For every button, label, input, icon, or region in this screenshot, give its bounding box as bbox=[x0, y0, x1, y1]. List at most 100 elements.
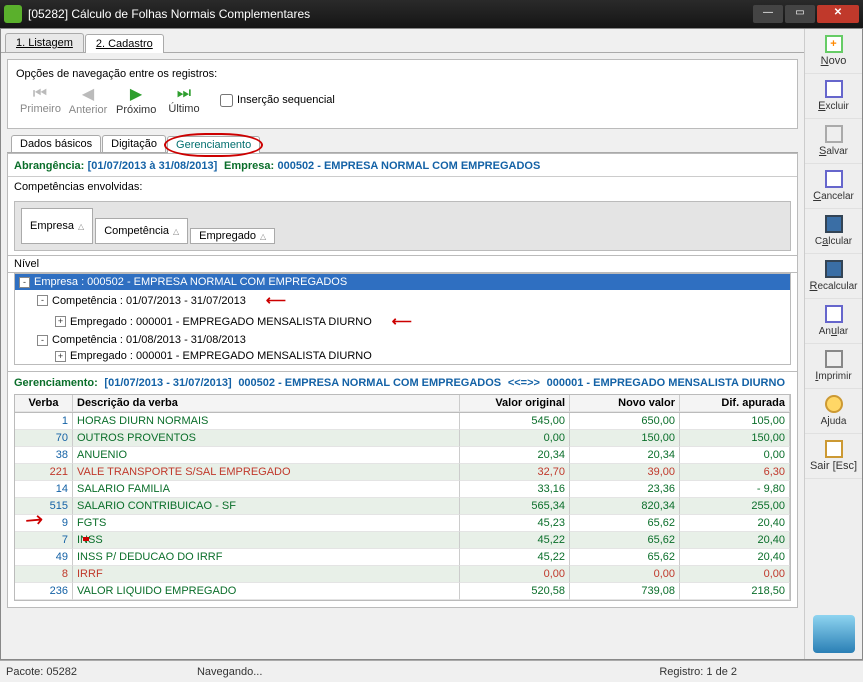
tree-emp1[interactable]: +Empregado : 000001 - EMPREGADO MENSALIS… bbox=[15, 311, 790, 332]
cell-desc: FGTS bbox=[73, 515, 460, 532]
cell-v3: 20,40 bbox=[680, 515, 790, 532]
nav-proximo[interactable]: ▶Próximo bbox=[112, 80, 160, 120]
title-bar: [05282] Cálculo de Folhas Normais Comple… bbox=[0, 0, 863, 28]
cell-v3: 0,00 bbox=[680, 566, 790, 583]
tab-listagem[interactable]: 1. Listagem bbox=[5, 33, 84, 52]
close-button[interactable]: ✕ bbox=[817, 5, 859, 23]
app-icon bbox=[4, 5, 22, 23]
table-row[interactable]: 515SALARIO CONTRIBUICAO - SF565,34820,34… bbox=[15, 498, 790, 515]
subtab-gerenciamento[interactable]: Gerenciamento bbox=[167, 136, 260, 153]
nav-label: Opções de navegação entre os registros: bbox=[16, 68, 789, 80]
gerenciamento-title: Gerenciamento: [01/07/2013 - 31/07/2013]… bbox=[8, 371, 797, 392]
group-competencia[interactable]: Competência△ bbox=[95, 218, 188, 244]
btn-calcular[interactable]: Calcular bbox=[805, 209, 862, 254]
cell-v3: 20,40 bbox=[680, 532, 790, 549]
table-row[interactable]: 9FGTS45,2365,6220,40 bbox=[15, 515, 790, 532]
group-empregado[interactable]: Empregado△ bbox=[190, 228, 275, 244]
cell-verba: 38 bbox=[15, 447, 73, 464]
cell-v2: 820,34 bbox=[570, 498, 680, 515]
cell-verba: 221 bbox=[15, 464, 73, 481]
subtab-digitacao[interactable]: Digitação bbox=[102, 135, 166, 152]
window-title: [05282] Cálculo de Folhas Normais Comple… bbox=[28, 7, 751, 21]
cell-verba: 14 bbox=[15, 481, 73, 498]
btn-imprimir[interactable]: Imprimir bbox=[805, 344, 862, 389]
annotation-arrow-icon: ⟵ bbox=[266, 292, 286, 309]
minimize-button[interactable]: — bbox=[753, 5, 783, 23]
cell-v3: 218,50 bbox=[680, 583, 790, 600]
cell-desc: HORAS DIURN NORMAIS bbox=[73, 413, 460, 430]
gerenciamento-panel: Abrangência: [01/07/2013 à 31/08/2013] E… bbox=[7, 153, 798, 608]
cell-verba: 515 bbox=[15, 498, 73, 515]
table-row[interactable]: 49INSS P/ DEDUCAO DO IRRF45,2265,6220,40 bbox=[15, 549, 790, 566]
table-row[interactable]: 38ANUENIO20,3420,340,00 bbox=[15, 447, 790, 464]
insercao-label: Inserção sequencial bbox=[237, 94, 335, 106]
maximize-button[interactable]: ▭ bbox=[785, 5, 815, 23]
status-pacote: Pacote: 05282 bbox=[6, 666, 77, 678]
subtab-dados[interactable]: Dados básicos bbox=[11, 135, 101, 152]
status-registro: Registro: 1 de 2 bbox=[659, 666, 737, 678]
table-row[interactable]: 8IRRF0,000,000,00 bbox=[15, 566, 790, 583]
comp-env-label: Competências envolvidas: bbox=[8, 177, 797, 197]
cell-desc: INSS P/ DEDUCAO DO IRRF bbox=[73, 549, 460, 566]
grouping-bar: Empresa△ Competência△ Empregado△ bbox=[14, 201, 791, 251]
cell-v3: 20,40 bbox=[680, 549, 790, 566]
cell-v2: 65,62 bbox=[570, 549, 680, 566]
cell-verba: 9 bbox=[15, 515, 73, 532]
btn-cancelar[interactable]: Cancelar bbox=[805, 164, 862, 209]
folder-icon bbox=[813, 615, 855, 653]
nav-ultimo[interactable]: ⏭Último bbox=[160, 81, 208, 119]
cell-verba: 70 bbox=[15, 430, 73, 447]
table-row[interactable]: 236VALOR LIQUIDO EMPREGADO520,58739,0821… bbox=[15, 583, 790, 600]
cell-verba: 1 bbox=[15, 413, 73, 430]
tree-comp1[interactable]: -Competência : 01/07/2013 - 31/07/2013⟵ bbox=[15, 290, 790, 311]
insercao-checkbox[interactable] bbox=[220, 94, 233, 107]
table-row[interactable]: 221VALE TRANSPORTE S/SAL EMPREGADO32,703… bbox=[15, 464, 790, 481]
col-valor-original[interactable]: Valor original bbox=[460, 395, 570, 412]
cell-verba: 7 bbox=[15, 532, 73, 549]
col-descricao[interactable]: Descrição da verba bbox=[73, 395, 460, 412]
tree-emp2[interactable]: +Empregado : 000001 - EMPREGADO MENSALIS… bbox=[15, 348, 790, 364]
col-verba[interactable]: Verba bbox=[15, 395, 73, 412]
main-tabs: 1. Listagem 2. Cadastro bbox=[1, 29, 804, 53]
btn-sair[interactable]: Sair [Esc] bbox=[805, 434, 862, 479]
cell-desc: INSS bbox=[73, 532, 460, 549]
group-empresa[interactable]: Empresa△ bbox=[21, 208, 93, 244]
btn-anular[interactable]: Anular bbox=[805, 299, 862, 344]
cell-desc: OUTROS PROVENTOS bbox=[73, 430, 460, 447]
cell-desc: ANUENIO bbox=[73, 447, 460, 464]
nav-anterior[interactable]: ◀Anterior bbox=[64, 80, 112, 120]
grid-header-row: Verba Descrição da verba Valor original … bbox=[15, 395, 790, 413]
table-row[interactable]: 14SALARIO FAMILIA33,1623,36- 9,80 bbox=[15, 481, 790, 498]
cell-v3: - 9,80 bbox=[680, 481, 790, 498]
status-navegando: Navegando... bbox=[197, 666, 539, 678]
cell-v3: 6,30 bbox=[680, 464, 790, 481]
btn-salvar[interactable]: Salvar bbox=[805, 119, 862, 164]
cell-v1: 20,34 bbox=[460, 447, 570, 464]
cell-v1: 565,34 bbox=[460, 498, 570, 515]
btn-excluir[interactable]: Excluir bbox=[805, 74, 862, 119]
cell-v3: 255,00 bbox=[680, 498, 790, 515]
btn-ajuda[interactable]: Ajuda bbox=[805, 389, 862, 434]
tree-empresa[interactable]: -Empresa : 000502 - EMPRESA NORMAL COM E… bbox=[15, 274, 790, 290]
tab-cadastro[interactable]: 2. Cadastro bbox=[85, 34, 164, 53]
nav-primeiro[interactable]: ⏮Primeiro bbox=[16, 81, 64, 119]
table-row[interactable]: 70OUTROS PROVENTOS0,00150,00150,00 bbox=[15, 430, 790, 447]
nivel-header: Nível bbox=[8, 255, 797, 273]
table-row[interactable]: 7INSS45,2265,6220,40 bbox=[15, 532, 790, 549]
tree-comp2[interactable]: -Competência : 01/08/2013 - 31/08/2013 bbox=[15, 332, 790, 348]
cell-v3: 150,00 bbox=[680, 430, 790, 447]
btn-novo[interactable]: +Novo bbox=[805, 29, 862, 74]
cell-v2: 65,62 bbox=[570, 532, 680, 549]
col-dif-apurada[interactable]: Dif. apurada bbox=[680, 395, 790, 412]
cell-verba: 8 bbox=[15, 566, 73, 583]
cell-v1: 545,00 bbox=[460, 413, 570, 430]
annotation-arrow-icon: ⟵ bbox=[392, 313, 412, 330]
cell-v2: 20,34 bbox=[570, 447, 680, 464]
cell-verba: 236 bbox=[15, 583, 73, 600]
btn-recalcular[interactable]: Recalcular bbox=[805, 254, 862, 299]
col-novo-valor[interactable]: Novo valor bbox=[570, 395, 680, 412]
abrangencia-header: Abrangência: [01/07/2013 à 31/08/2013] E… bbox=[8, 154, 797, 177]
tree-view: -Empresa : 000502 - EMPRESA NORMAL COM E… bbox=[14, 273, 791, 365]
table-row[interactable]: 1HORAS DIURN NORMAIS545,00650,00105,00 bbox=[15, 413, 790, 430]
nav-panel: Opções de navegação entre os registros: … bbox=[7, 59, 798, 129]
